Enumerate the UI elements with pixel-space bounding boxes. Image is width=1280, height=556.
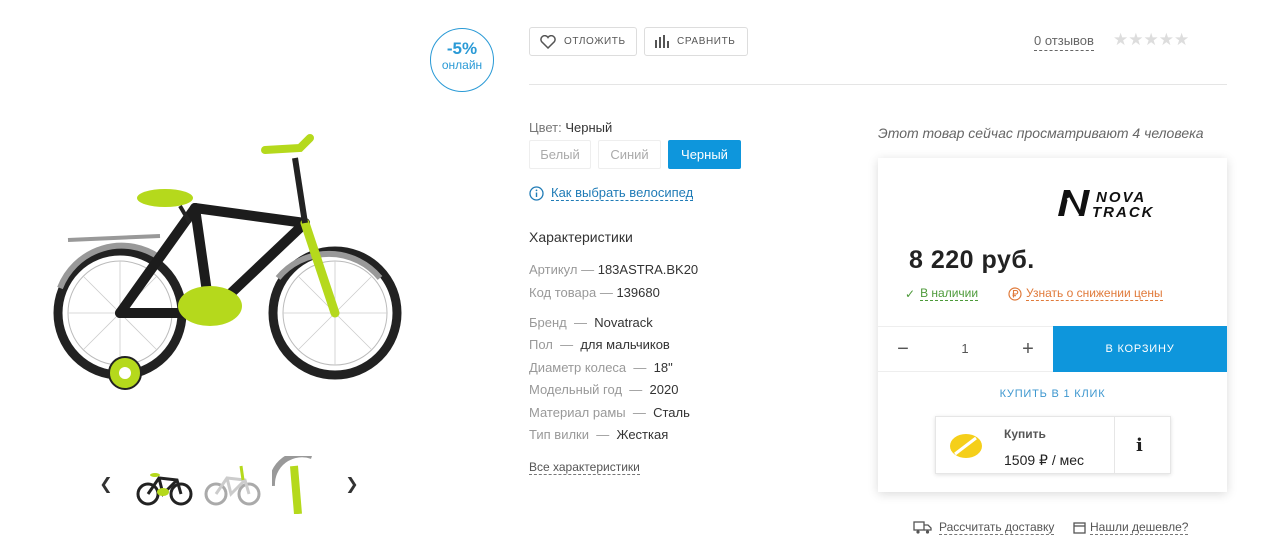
wallet-icon — [1073, 521, 1086, 534]
spec-value: Novatrack — [594, 315, 653, 330]
found-cheaper-label: Нашли дешевле? — [1090, 520, 1189, 535]
brand-logo: NOVA TRACK — [1058, 189, 1155, 220]
price-drop-link[interactable]: Узнать о снижении цены — [1008, 286, 1163, 301]
add-to-cart-button[interactable]: В КОРЗИНУ — [1053, 326, 1227, 372]
spec-value: 2020 — [649, 382, 679, 397]
installment-label: Купить — [1004, 427, 1046, 441]
all-characteristics-link[interactable]: Все характеристики — [529, 460, 640, 475]
color-option-blue[interactable]: Синий — [598, 140, 661, 169]
spec-row: Артикул — 183ASTRA.BK20 — [529, 262, 698, 277]
color-selected-value: Черный — [565, 120, 613, 135]
chevron-left-icon[interactable]: ❮ — [98, 474, 114, 494]
spec-value: 18" — [653, 360, 673, 375]
thumbnail-black[interactable] — [135, 456, 193, 514]
in-stock-status: ✓ В наличии — [905, 286, 979, 301]
spec-sep: — — [560, 337, 574, 352]
spec-row: Модельный год — 2020 — [529, 382, 678, 397]
spec-name: Модельный год — [529, 382, 623, 397]
divider — [529, 84, 1227, 85]
thumbnail-detail[interactable] — [272, 456, 330, 514]
discount-label: онлайн — [441, 58, 483, 72]
spec-value: 183ASTRA.BK20 — [597, 262, 699, 277]
qty-input[interactable]: 1 — [942, 341, 988, 356]
heart-icon — [540, 34, 556, 49]
spec-sep: — — [581, 262, 595, 277]
buy-card: NOVA TRACK 8 220 руб. ✓ В наличии Узнать… — [878, 158, 1227, 492]
spec-row: Материал рамы — Сталь — [529, 405, 690, 420]
info-icon — [529, 185, 544, 201]
calculate-delivery-label: Рассчитать доставку — [939, 520, 1055, 535]
spec-name: Код товара — [529, 285, 597, 300]
spec-value: 139680 — [616, 285, 660, 300]
spec-name: Диаметр колеса — [529, 360, 627, 375]
postpone-button[interactable]: ОТЛОЖИТЬ — [529, 27, 637, 56]
product-price: 8 220 руб. — [909, 246, 1035, 274]
truck-icon — [913, 521, 932, 534]
discount-badge: -5% онлайн — [430, 28, 494, 92]
reviews-link[interactable]: 0 отзывов — [1034, 33, 1094, 51]
spec-name: Тип вилки — [529, 427, 589, 442]
compare-label: СРАВНИТЬ — [677, 36, 736, 47]
found-cheaper-link[interactable]: Нашли дешевле? — [1073, 520, 1189, 535]
spec-sep: — — [629, 382, 643, 397]
spec-sep: — — [632, 405, 646, 420]
color-title: Цвет: Черный — [529, 120, 612, 135]
calculate-delivery-link[interactable]: Рассчитать доставку — [913, 520, 1055, 535]
info-icon[interactable]: i — [1136, 435, 1143, 456]
buy-one-click-button[interactable]: КУПИТЬ В 1 КЛИК — [878, 388, 1227, 400]
compare-button[interactable]: СРАВНИТЬ — [644, 27, 748, 56]
in-stock-label: В наличии — [920, 286, 979, 301]
spec-row: Тип вилки — Жесткая — [529, 427, 668, 442]
installment-divider — [1114, 417, 1115, 473]
check-icon: ✓ — [905, 286, 916, 301]
bars-icon — [655, 35, 669, 48]
color-title-label: Цвет: — [529, 120, 562, 135]
characteristics-title: Характеристики — [529, 229, 633, 245]
spec-row: Диаметр колеса — 18" — [529, 360, 673, 375]
spec-name: Артикул — [529, 262, 578, 277]
color-option-black[interactable]: Черный — [668, 140, 741, 169]
rating-stars: ★★★★★ — [1113, 30, 1190, 49]
spec-sep: — — [633, 360, 647, 375]
price-drop-label: Узнать о снижении цены — [1026, 286, 1163, 301]
watching-notice: Этот товар сейчас просматривают 4 челове… — [878, 125, 1204, 141]
spec-row: Пол — для мальчиков — [529, 337, 670, 352]
spec-sep: — — [599, 285, 613, 300]
how-to-choose-label: Как выбрать велосипед — [551, 185, 694, 201]
installment-amount: 1509 ₽ / мес — [1004, 452, 1085, 468]
installment-widget[interactable]: Купить 1509 ₽ / мес i — [935, 416, 1171, 474]
discount-percent: -5% — [446, 39, 478, 58]
spec-row: Код товара — 139680 — [529, 285, 660, 300]
spec-sep: — — [596, 427, 610, 442]
thumbnail-white[interactable] — [203, 456, 261, 514]
spec-sep: — — [574, 315, 587, 330]
installment-logo-icon — [950, 434, 982, 458]
spec-row: Бренд — Novatrack — [529, 315, 653, 330]
chevron-right-icon[interactable]: ❯ — [344, 474, 360, 494]
ruble-bell-icon — [1008, 286, 1022, 301]
svg-text:TRACK: TRACK — [1092, 204, 1155, 220]
spec-value: для мальчиков — [580, 337, 670, 352]
postpone-label: ОТЛОЖИТЬ — [564, 36, 626, 47]
qty-minus-button[interactable]: − — [893, 338, 913, 361]
qty-plus-button[interactable]: + — [1018, 338, 1038, 361]
spec-name: Бренд — [529, 315, 567, 330]
spec-value: Сталь — [653, 405, 690, 420]
product-main-image[interactable] — [50, 128, 410, 393]
spec-value: Жесткая — [616, 427, 669, 442]
spec-name: Пол — [529, 337, 553, 352]
spec-name: Материал рамы — [529, 405, 626, 420]
color-option-white[interactable]: Белый — [529, 140, 591, 169]
how-to-choose-link[interactable]: Как выбрать велосипед — [529, 185, 694, 201]
